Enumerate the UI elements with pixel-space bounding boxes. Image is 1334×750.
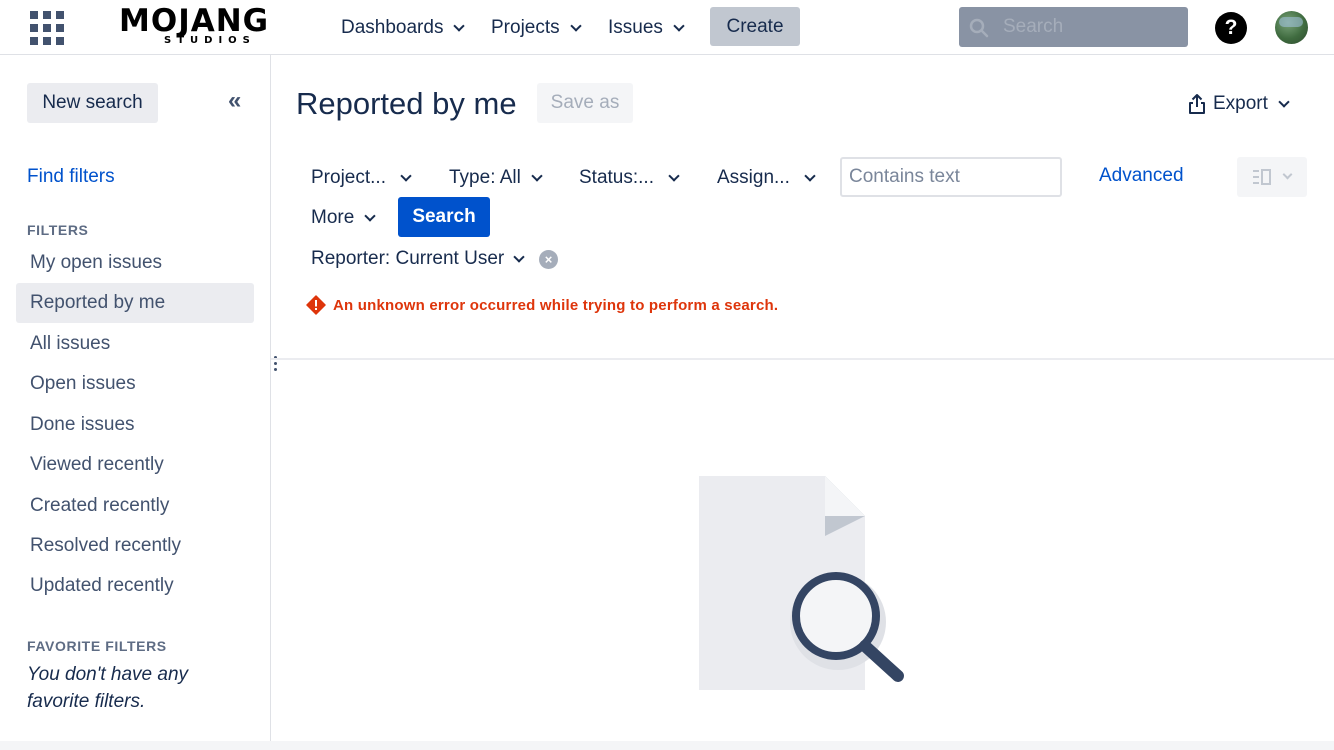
layout-switcher[interactable] xyxy=(1237,157,1307,197)
reporter-criteria[interactable]: Reporter: Current User xyxy=(311,245,525,273)
clear-criteria-icon[interactable]: × xyxy=(539,250,558,269)
filter-updated-recently[interactable]: Updated recently xyxy=(16,566,254,606)
top-navigation-bar: MOJANG STUDIOS Dashboards Projects Issue… xyxy=(0,0,1334,55)
filter-open-issues[interactable]: Open issues xyxy=(16,364,254,404)
filter-label: Created recently xyxy=(30,495,170,516)
list-view-icon xyxy=(1253,169,1271,185)
filter-label: Resolved recently xyxy=(30,535,182,556)
nav-issues-label: Issues xyxy=(608,17,663,38)
filter-label: All issues xyxy=(30,333,111,354)
assignee-criteria-label: Assign... xyxy=(717,167,790,188)
export-label: Export xyxy=(1213,93,1268,114)
filters-sidebar: New search « Find filters FILTERS My ope… xyxy=(0,55,271,741)
advanced-search-link[interactable]: Advanced xyxy=(1099,165,1184,187)
filter-viewed-recently[interactable]: Viewed recently xyxy=(16,445,254,485)
status-criteria[interactable]: Status:... xyxy=(579,163,680,193)
filters-heading: FILTERS xyxy=(27,222,89,238)
global-search-input[interactable] xyxy=(1003,16,1173,38)
error-message-text: An unknown error occurred while trying t… xyxy=(333,296,779,314)
chevron-down-icon xyxy=(569,19,582,32)
more-criteria-label: More xyxy=(311,207,355,228)
search-icon xyxy=(969,18,989,38)
filter-label: Done issues xyxy=(30,414,135,435)
user-avatar[interactable] xyxy=(1275,11,1308,44)
more-criteria[interactable]: More xyxy=(311,203,376,233)
filter-label: Updated recently xyxy=(30,575,174,596)
search-button[interactable]: Search xyxy=(398,197,490,237)
nav-projects-label: Projects xyxy=(491,17,560,38)
error-icon xyxy=(306,295,326,315)
filter-reported-by-me[interactable]: Reported by me xyxy=(16,283,254,323)
filter-label: Reported by me xyxy=(30,292,166,313)
type-criteria-label: Type: All xyxy=(449,167,521,188)
mojang-studios-logo[interactable]: MOJANG STUDIOS xyxy=(119,6,289,48)
chevron-down-icon xyxy=(1282,169,1293,180)
chevron-down-icon xyxy=(668,169,680,182)
project-criteria[interactable]: Project... xyxy=(311,163,412,193)
help-icon[interactable]: ? xyxy=(1215,12,1247,44)
page-title: Reported by me xyxy=(296,86,517,121)
filter-created-recently[interactable]: Created recently xyxy=(16,486,254,526)
filter-label: Viewed recently xyxy=(30,454,164,475)
content-divider xyxy=(271,358,1334,360)
project-criteria-label: Project... xyxy=(311,167,386,188)
nav-dashboards[interactable]: Dashboards xyxy=(341,14,466,42)
find-filters-link[interactable]: Find filters xyxy=(27,166,115,188)
filter-my-open-issues[interactable]: My open issues xyxy=(16,243,254,283)
chevron-down-icon xyxy=(1278,95,1290,108)
chevron-down-icon xyxy=(513,250,525,263)
filter-label: Open issues xyxy=(30,373,136,394)
favorite-filters-heading: FAVORITE FILTERS xyxy=(27,638,167,654)
new-search-button[interactable]: New search xyxy=(27,83,158,123)
reporter-criteria-label: Reporter: Current User xyxy=(311,248,505,269)
chevron-down-icon xyxy=(400,169,412,182)
app-switcher-icon[interactable] xyxy=(30,11,64,45)
collapse-sidebar-icon[interactable]: « xyxy=(228,89,241,113)
create-button[interactable]: Create xyxy=(710,7,800,46)
chevron-down-icon xyxy=(673,19,685,32)
chevron-down-icon xyxy=(453,19,466,32)
footer-strip xyxy=(0,741,1334,750)
export-icon xyxy=(1189,94,1205,114)
error-message: An unknown error occurred while trying t… xyxy=(306,294,778,316)
type-criteria[interactable]: Type: All xyxy=(449,163,543,193)
empty-search-illustration-icon xyxy=(699,476,904,690)
export-button[interactable]: Export xyxy=(1188,90,1290,118)
contains-text-input[interactable] xyxy=(840,157,1062,197)
nav-projects[interactable]: Projects xyxy=(491,14,582,42)
global-search[interactable] xyxy=(959,7,1188,47)
status-criteria-label: Status:... xyxy=(579,167,654,188)
filter-resolved-recently[interactable]: Resolved recently xyxy=(16,526,254,566)
save-as-button[interactable]: Save as xyxy=(537,83,633,123)
nav-issues[interactable]: Issues xyxy=(608,14,685,42)
chevron-down-icon xyxy=(364,209,376,222)
filter-all-issues[interactable]: All issues xyxy=(16,324,254,364)
assignee-criteria[interactable]: Assign... xyxy=(717,163,816,193)
filter-done-issues[interactable]: Done issues xyxy=(16,405,254,445)
chevron-down-icon xyxy=(804,169,816,182)
nav-dashboards-label: Dashboards xyxy=(341,17,444,38)
favorite-filters-empty-text: You don't have any favorite filters. xyxy=(27,664,189,712)
filter-label: My open issues xyxy=(30,252,163,273)
chevron-down-icon xyxy=(531,169,543,182)
